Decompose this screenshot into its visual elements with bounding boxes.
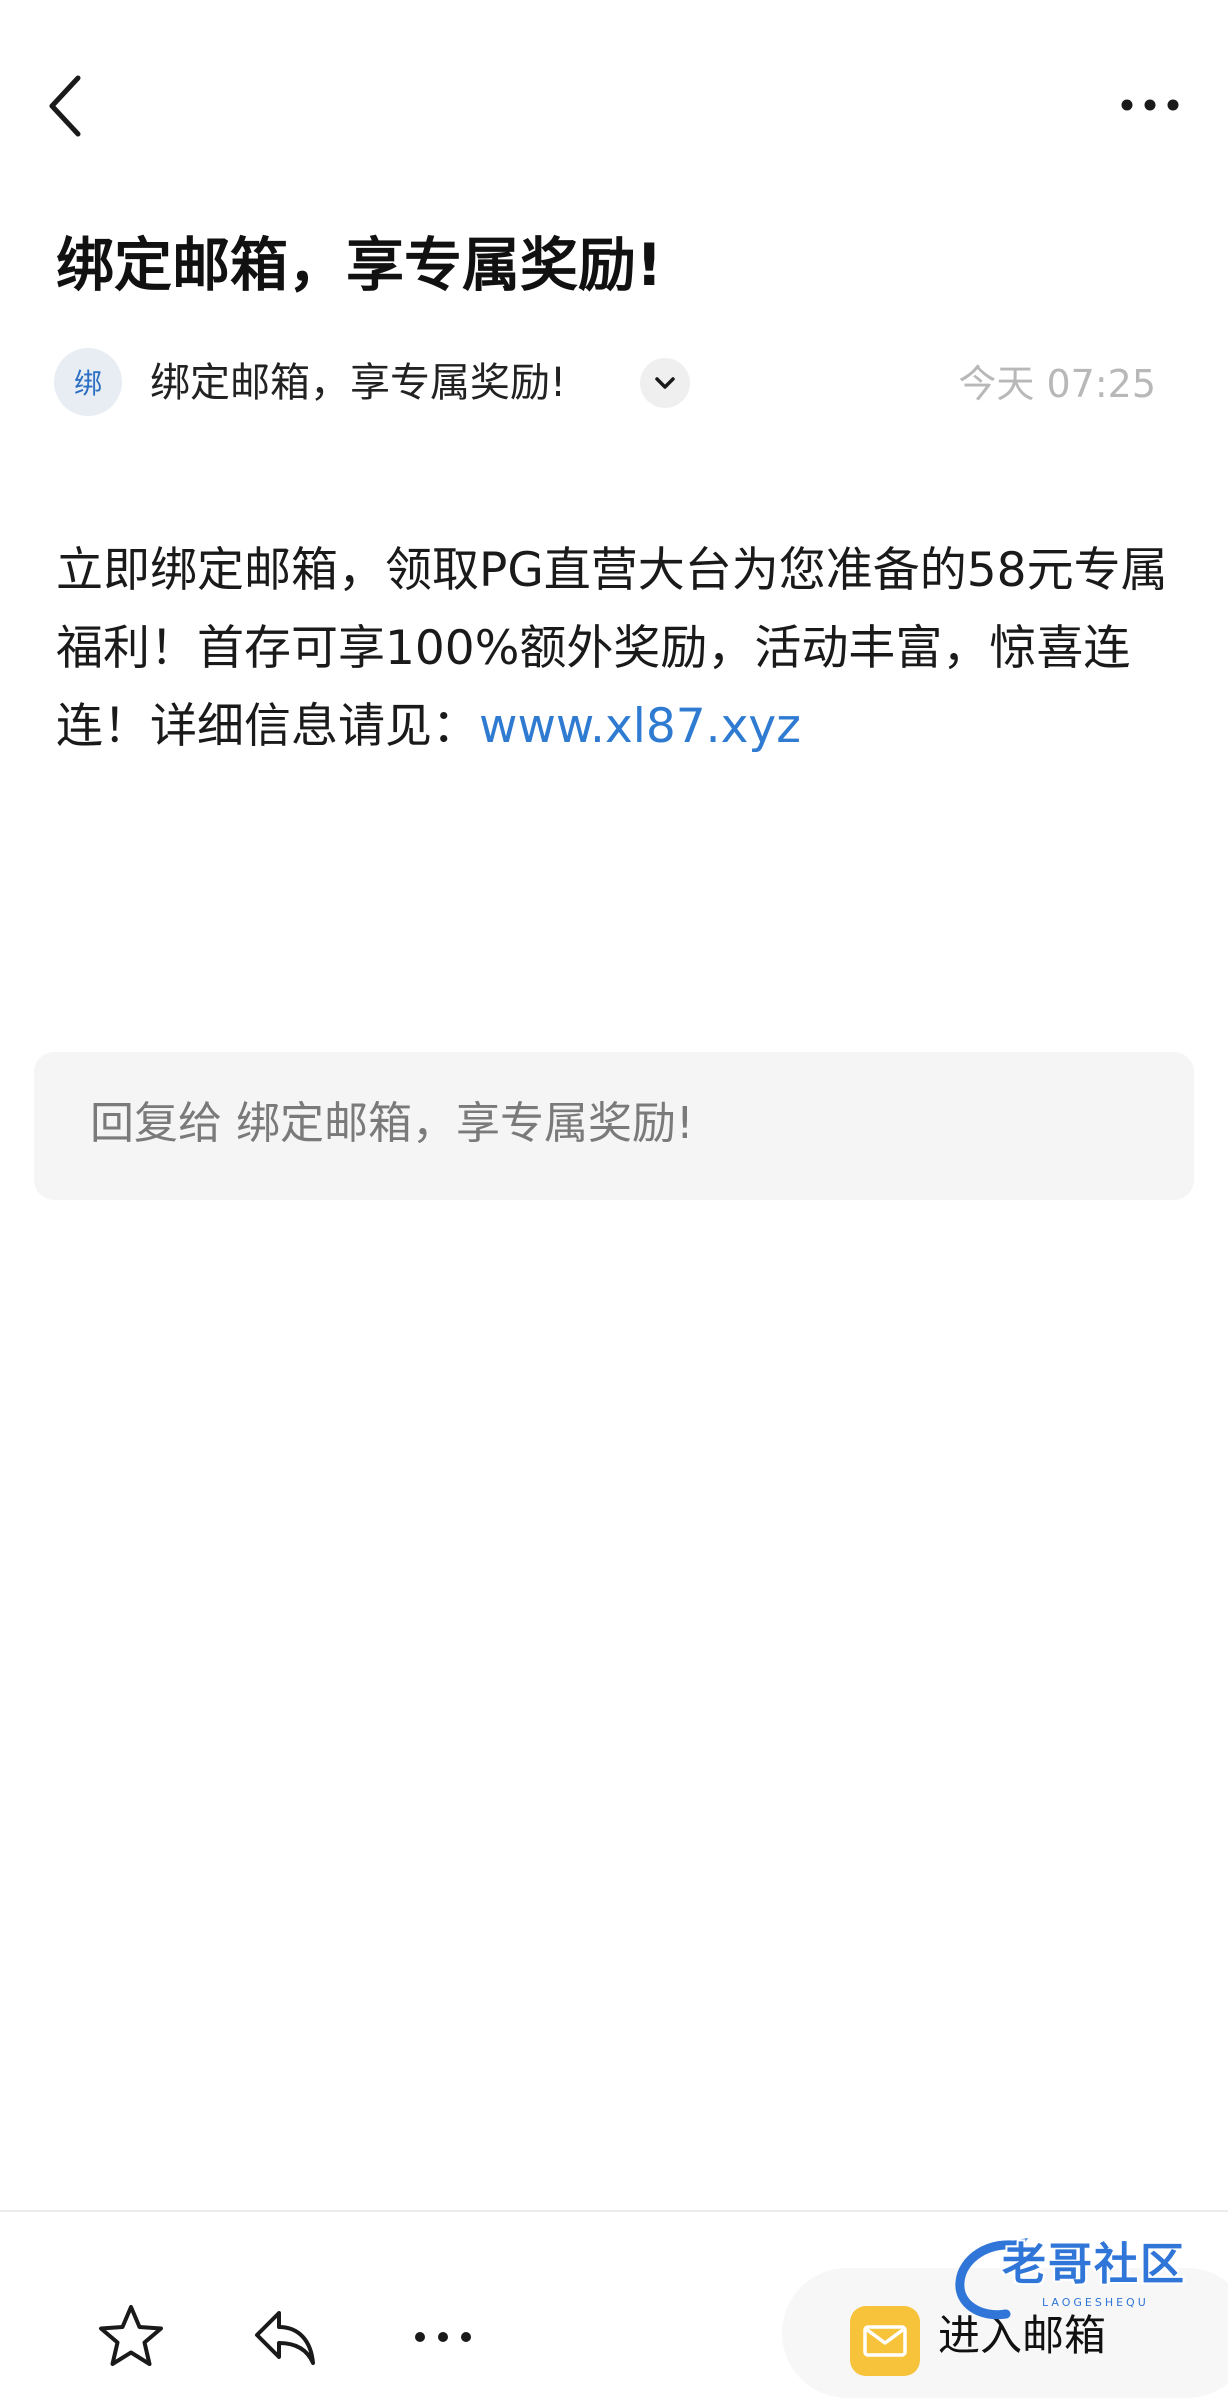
more-horizontal-icon [1121,99,1179,111]
email-body-link[interactable]: www.xl87.xyz [479,699,801,754]
mail-app-icon [850,2306,920,2376]
sender-row: 绑 绑定邮箱，享专属奖励! 今天 07:25 [0,348,1228,420]
watermark-subtext: LAOGESHEQU [1042,2296,1149,2309]
watermark-logo: 老哥社区 LAOGESHEQU [950,2236,1210,2322]
more-horizontal-icon [415,2332,471,2342]
email-timestamp: 今天 07:25 [958,362,1156,406]
email-subject: 绑定邮箱，享专属奖励! [56,231,663,299]
email-body: 立即绑定邮箱，领取PG直营大台为您准备的58元专属福利！首存可享100%额外奖励… [56,532,1186,766]
sender-avatar[interactable]: 绑 [54,348,122,416]
top-bar [0,0,1228,215]
reply-placeholder: 回复给 绑定邮箱，享专属奖励! [90,1098,694,1149]
reply-button[interactable] [240,2292,330,2382]
star-button[interactable] [86,2292,176,2382]
chevron-left-icon [49,75,81,137]
watermark-text: 老哥社区 [1002,2239,1186,2290]
reply-input[interactable]: 回复给 绑定邮箱，享专属奖励! [34,1052,1194,1200]
more-options-button[interactable] [1110,80,1190,130]
more-actions-button[interactable] [398,2292,488,2382]
reply-icon [255,2311,315,2365]
expand-details-button[interactable] [640,358,690,408]
sender-name[interactable]: 绑定邮箱，享专属奖励! [150,358,566,408]
star-outline-icon [99,2305,163,2366]
back-button[interactable] [36,66,96,146]
chevron-down-icon [655,377,675,389]
